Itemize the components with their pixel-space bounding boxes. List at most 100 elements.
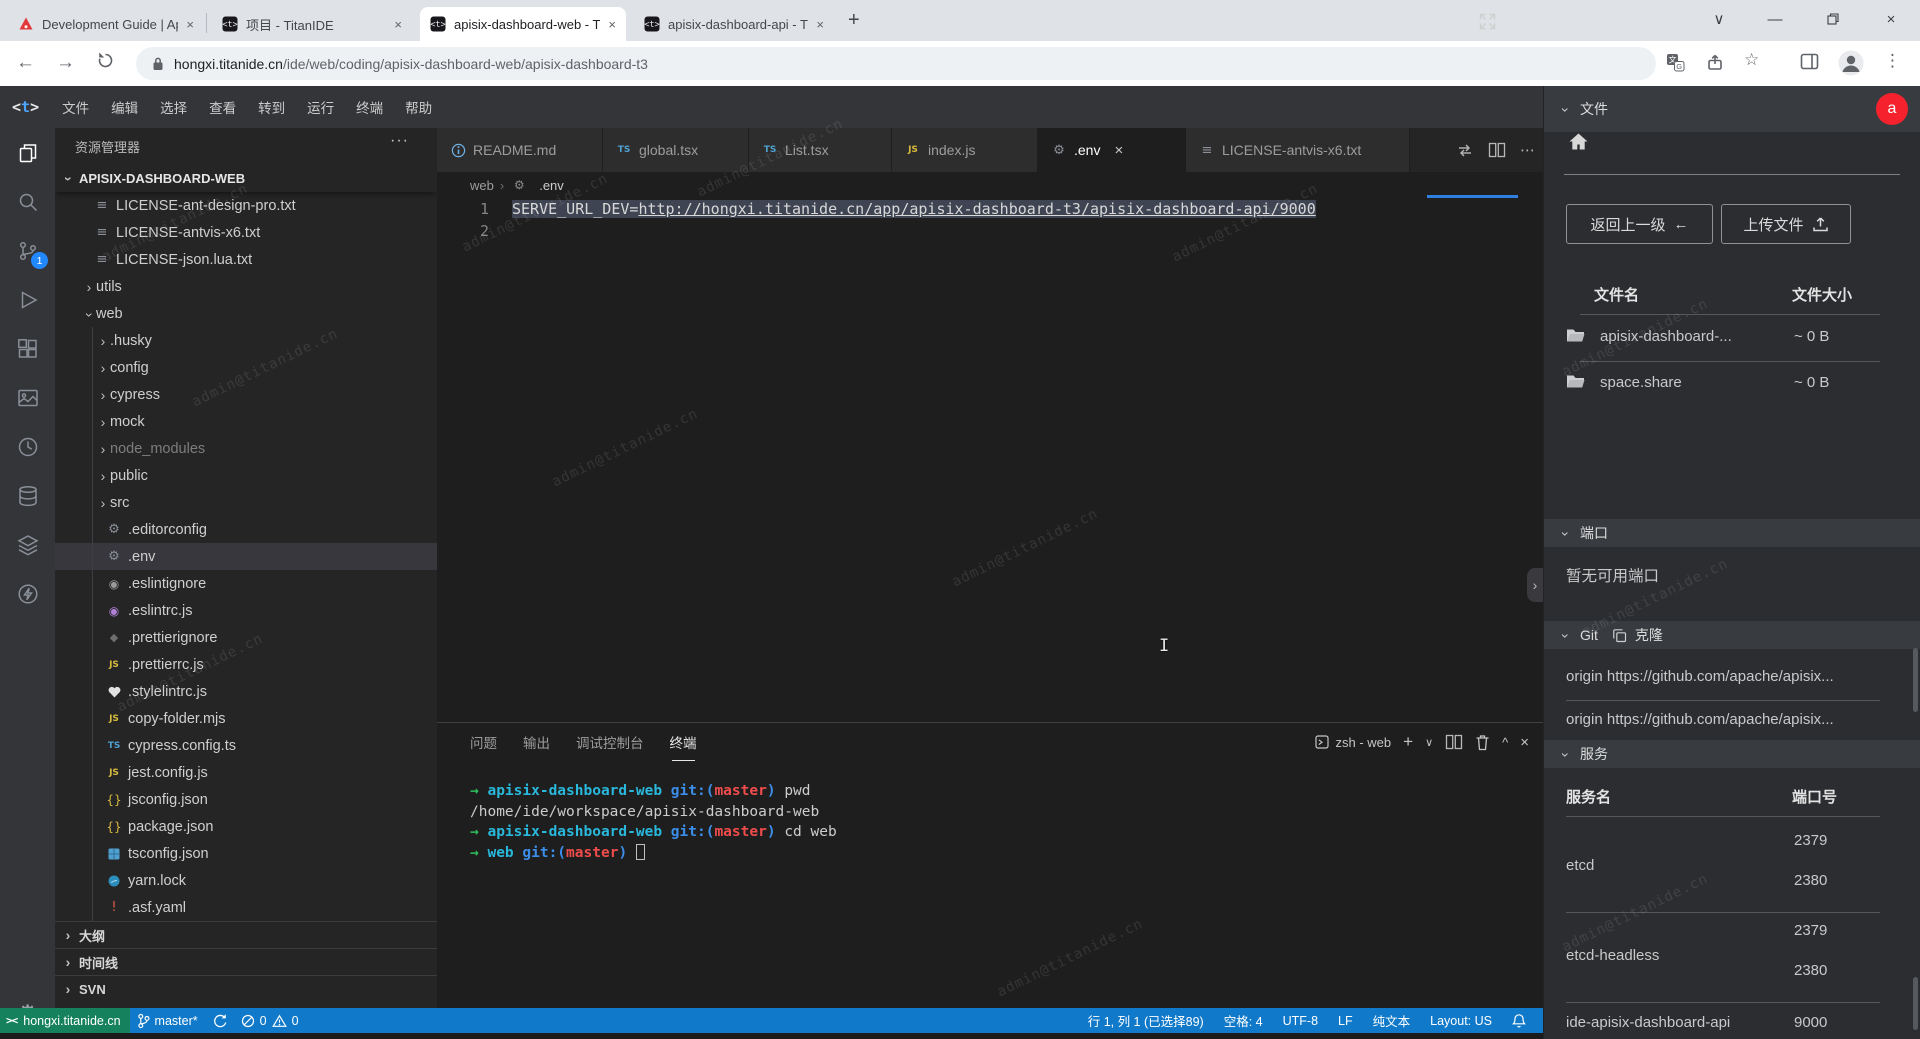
user-avatar[interactable]: a <box>1876 93 1908 125</box>
browser-tab[interactable]: <t>apisix-dashboard-web - TitanI× <box>420 7 626 41</box>
tree-file-.prettierrc.js[interactable]: JS.prettierrc.js <box>55 651 437 678</box>
tab-close-icon[interactable]: × <box>816 17 824 32</box>
upload-file-button[interactable]: 上传文件 <box>1721 204 1851 244</box>
git-clone-label[interactable]: 克隆 <box>1635 625 1663 645</box>
remote-indicator[interactable]: >< hongxi.titanide.cn <box>0 1008 130 1033</box>
breadcrumb[interactable]: web › ⚙ .env <box>437 172 1543 198</box>
menu-编辑[interactable]: 编辑 <box>100 97 149 117</box>
panel-tab-输出[interactable]: 输出 <box>523 732 550 752</box>
tree-folder-node_modules[interactable]: ›node_modules <box>55 435 437 462</box>
tree-file-jest.config.js[interactable]: JSjest.config.js <box>55 759 437 786</box>
clock-icon[interactable] <box>0 422 55 471</box>
browser-tab[interactable]: <t>apisix-dashboard-api - TitanID× <box>634 7 834 41</box>
right-scrollbar-thumb[interactable] <box>1913 977 1918 1030</box>
status-行 1, 列 1 (已选择89)[interactable]: 行 1, 列 1 (已选择89) <box>1081 1008 1211 1033</box>
status-Layout: US[interactable]: Layout: US <box>1423 1008 1499 1033</box>
editor-tab-.env[interactable]: ⚙.env× <box>1038 128 1186 172</box>
tree-file-.prettierignore[interactable]: ◆.prettierignore <box>55 624 437 651</box>
tree-file-.stylelintrc.js[interactable]: .stylelintrc.js <box>55 678 437 705</box>
git-remote-row[interactable]: origin https://github.com/apache/apisix.… <box>1566 668 1896 685</box>
explorer-root-folder[interactable]: › APISIX-DASHBOARD-WEB <box>55 164 437 192</box>
back-icon[interactable]: ← <box>16 52 35 74</box>
services-section-header[interactable]: › 服务 <box>1544 740 1920 768</box>
right-scrollbar-thumb[interactable] <box>1913 648 1918 712</box>
terminal-dropdown-icon[interactable]: ∨ <box>1425 736 1433 749</box>
terminal-session-chip[interactable]: zsh - web <box>1315 735 1391 750</box>
file-row-name[interactable]: space.share <box>1600 374 1682 391</box>
tab-search-chevron-icon[interactable]: ∨ <box>1702 4 1736 34</box>
browser-tab[interactable]: Development Guide | Apache× <box>8 7 204 41</box>
terminal-output[interactable]: → apisix-dashboard-web git:(master) pwd/… <box>470 781 837 863</box>
git-branch-status[interactable]: master* <box>130 1008 205 1033</box>
browser-menu-icon[interactable]: ⋮ <box>1884 51 1901 71</box>
new-tab-icon[interactable]: + <box>848 10 860 30</box>
forward-icon[interactable]: → <box>56 52 75 74</box>
tab-close-icon[interactable]: × <box>394 17 402 32</box>
code-link[interactable]: http://hongxi.titanide.cn/app/apisix-das… <box>638 200 1315 218</box>
tree-file-cypress.config.ts[interactable]: TScypress.config.ts <box>55 732 437 759</box>
zap-icon[interactable] <box>0 569 55 618</box>
editor-tab-List.tsx[interactable]: TSList.tsx <box>749 128 892 172</box>
explorer-more-actions-icon[interactable]: ··· <box>390 132 409 150</box>
maximize-panel-icon[interactable]: ^ <box>1502 735 1508 750</box>
bookmark-star-icon[interactable]: ☆ <box>1744 50 1759 70</box>
run-debug-icon[interactable] <box>0 275 55 324</box>
browser-tab[interactable]: <t>项目 - TitanIDE× <box>212 7 412 41</box>
file-row-name[interactable]: apisix-dashboard-... <box>1600 328 1732 345</box>
section-大纲[interactable]: ›大纲 <box>55 921 437 948</box>
tab-close-icon[interactable]: × <box>608 17 616 32</box>
close-panel-icon[interactable]: × <box>1520 734 1529 751</box>
preview-icon[interactable] <box>0 373 55 422</box>
tree-folder-.husky[interactable]: ›.husky <box>55 327 437 354</box>
tree-folder-utils[interactable]: ›utils <box>55 273 437 300</box>
reload-icon[interactable] <box>96 51 115 70</box>
breadcrumb-file[interactable]: .env <box>539 178 564 193</box>
tree-file-.asf.yaml[interactable]: !.asf.yaml <box>55 894 437 921</box>
panel-collapse-chevron[interactable]: › <box>1527 568 1543 602</box>
git-remote-row[interactable]: origin https://github.com/apache/apisix.… <box>1566 711 1896 728</box>
profile-avatar-icon[interactable] <box>1838 50 1864 76</box>
tree-file-package.json[interactable]: {}package.json <box>55 813 437 840</box>
tree-file-.eslintignore[interactable]: ◉.eslintignore <box>55 570 437 597</box>
menu-运行[interactable]: 运行 <box>296 97 345 117</box>
ports-section-header[interactable]: › 端口 <box>1544 519 1920 547</box>
tree-file-.editorconfig[interactable]: ⚙.editorconfig <box>55 516 437 543</box>
menu-帮助[interactable]: 帮助 <box>394 97 443 117</box>
tree-folder-web[interactable]: ›web <box>55 300 437 327</box>
editor-tab-LICENSE-antvis-x6.txt[interactable]: ≡LICENSE-antvis-x6.txt <box>1186 128 1410 172</box>
tree-file-jsconfig.json[interactable]: {}jsconfig.json <box>55 786 437 813</box>
git-section-header[interactable]: › Git 克隆 <box>1544 621 1920 649</box>
panel-tab-问题[interactable]: 问题 <box>470 732 497 752</box>
tab-close-icon[interactable]: × <box>1114 142 1123 159</box>
menu-选择[interactable]: 选择 <box>149 97 198 117</box>
layers-icon[interactable] <box>0 520 55 569</box>
panel-tab-调试控制台[interactable]: 调试控制台 <box>576 732 644 752</box>
tree-file-yarn.lock[interactable]: yarn.lock <box>55 867 437 894</box>
tree-folder-config[interactable]: ›config <box>55 354 437 381</box>
files-section-header[interactable]: › 文件 <box>1544 86 1920 132</box>
split-editor-icon[interactable] <box>1488 142 1506 158</box>
tree-file-LICENSE-json.lua.txt[interactable]: ≡LICENSE-json.lua.txt <box>55 246 437 273</box>
menu-查看[interactable]: 查看 <box>198 97 247 117</box>
status-空格: 4[interactable]: 空格: 4 <box>1217 1008 1270 1033</box>
split-terminal-icon[interactable] <box>1445 734 1463 750</box>
database-icon[interactable] <box>0 471 55 520</box>
editor-more-actions-icon[interactable]: ⋯ <box>1520 141 1535 159</box>
sync-status[interactable] <box>205 1008 234 1033</box>
go-up-button[interactable]: 返回上一级← <box>1566 204 1713 244</box>
code-editor[interactable]: 1 SERVE_URL_DEV=http://hongxi.titanide.c… <box>437 198 1543 722</box>
extensions-icon[interactable] <box>0 324 55 373</box>
tree-folder-src[interactable]: ›src <box>55 489 437 516</box>
side-panel-icon[interactable] <box>1800 53 1819 70</box>
section-SVN[interactable]: ›SVN <box>55 975 437 1002</box>
fullscreen-icon[interactable] <box>1478 12 1497 31</box>
window-restore-icon[interactable] <box>1816 4 1850 34</box>
notifications-bell-icon[interactable] <box>1505 1008 1533 1033</box>
status-LF[interactable]: LF <box>1331 1008 1360 1033</box>
tree-file-tsconfig.json[interactable]: tsconfig.json <box>55 840 437 867</box>
compare-changes-icon[interactable] <box>1456 142 1474 159</box>
window-close-icon[interactable]: × <box>1874 4 1908 34</box>
address-bar[interactable]: hongxi.titanide.cn/ide/web/coding/apisix… <box>136 47 1656 80</box>
section-时间线[interactable]: ›时间线 <box>55 948 437 975</box>
tree-folder-mock[interactable]: ›mock <box>55 408 437 435</box>
